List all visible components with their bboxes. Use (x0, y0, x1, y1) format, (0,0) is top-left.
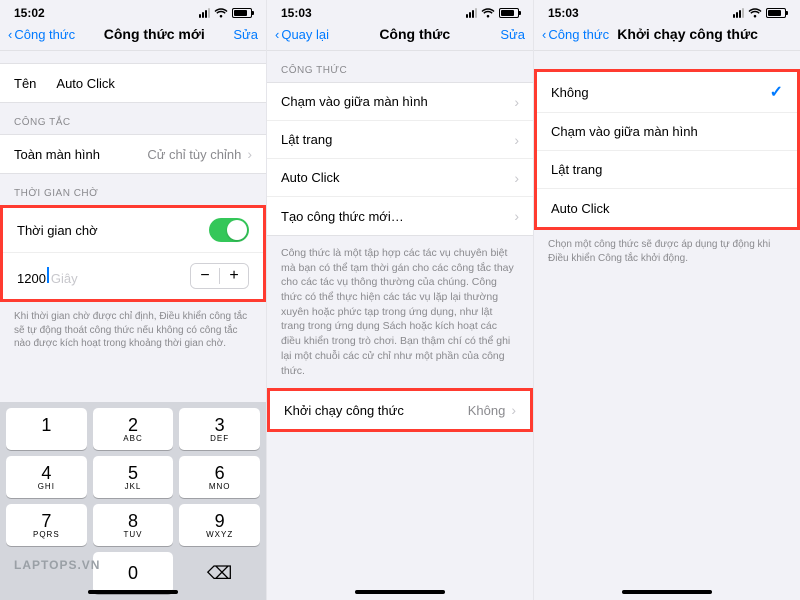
launch-options-highlight: Không✓ Chạm vào giữa màn hình Lật trang … (534, 69, 800, 230)
back-button[interactable]: ‹ Công thức (8, 27, 75, 42)
switch-value: Cử chỉ tùy chỉnh (139, 147, 241, 162)
navbar: ‹ Công thức Công thức mới Sửa (0, 22, 266, 51)
option-row[interactable]: Auto Click (537, 189, 797, 227)
wait-toggle[interactable] (209, 218, 249, 242)
recipes-description: Công thức là một tập hợp các tác vụ chuy… (267, 236, 533, 388)
recipe-row[interactable]: Auto Click› (267, 159, 533, 197)
chevron-icon: › (514, 170, 519, 186)
name-value: Auto Click (56, 76, 115, 91)
wait-label: Thời gian chờ (17, 223, 98, 238)
chevron-icon: › (511, 402, 516, 418)
chevron-icon: › (247, 146, 252, 162)
status-bar: 15:03 (534, 0, 800, 22)
wait-group-highlight: Thời gian chờ 1200 Giây − + (0, 205, 266, 302)
pane-new-recipe: 15:02 ‹ Công thức Công thức mới Sửa Tên … (0, 0, 267, 600)
status-icons (199, 8, 252, 18)
nav-title: Công thức mới (75, 26, 233, 42)
launch-label: Khởi chạy công thức (284, 403, 404, 418)
navbar: ‹ Công thức Khởi chạy công thức (534, 22, 800, 51)
switch-name: Toàn màn hình (14, 147, 100, 162)
status-icons (466, 8, 519, 18)
option-row[interactable]: Lật trang (537, 151, 797, 189)
stepper-plus[interactable]: + (220, 264, 248, 288)
battery-icon (499, 8, 519, 18)
battery-icon (766, 8, 786, 18)
pane-launch-recipe: 15:03 ‹ Công thức Khởi chạy công thức Kh… (534, 0, 800, 600)
launch-note: Chọn một công thức sẽ được áp dụng tự độ… (534, 230, 800, 265)
wait-note: Khi thời gian chờ được chỉ định, Điều kh… (0, 302, 266, 351)
navbar: ‹ Quay lại Công thức Sửa (267, 22, 533, 51)
key-2[interactable]: 2ABC (93, 408, 174, 450)
key-3[interactable]: 3DEF (179, 408, 260, 450)
launch-value: Không (460, 403, 506, 418)
status-time: 15:03 (281, 6, 312, 20)
option-row[interactable]: Không✓ (537, 72, 797, 113)
watermark: LAPTOPS.VN (14, 558, 100, 572)
key-8[interactable]: 8TUV (93, 504, 174, 546)
status-time: 15:02 (14, 6, 45, 20)
cellular-icon (466, 8, 477, 18)
launch-recipe-row[interactable]: Khởi chạy công thức Không › (270, 391, 530, 429)
launch-recipe-highlight: Khởi chạy công thức Không › (267, 388, 533, 432)
key-6[interactable]: 6MNO (179, 456, 260, 498)
recipe-row[interactable]: Chạm vào giữa màn hình› (267, 83, 533, 121)
battery-icon (232, 8, 252, 18)
pane-recipes: 15:03 ‹ Quay lại Công thức Sửa CÔNG THỨC… (267, 0, 534, 600)
key-0[interactable]: 0 (93, 552, 174, 594)
stepper-minus[interactable]: − (191, 264, 219, 288)
home-indicator[interactable] (355, 590, 445, 594)
chevron-icon: › (514, 132, 519, 148)
option-row[interactable]: Chạm vào giữa màn hình (537, 113, 797, 151)
edit-button[interactable]: Sửa (500, 27, 525, 42)
chevron-icon: › (514, 94, 519, 110)
create-recipe-row[interactable]: Tạo công thức mới…› (267, 197, 533, 235)
checkmark-icon: ✓ (770, 82, 783, 102)
wait-input[interactable]: 1200 Giây (17, 267, 78, 286)
back-button[interactable]: ‹ Quay lại (275, 27, 329, 42)
wait-value-row: 1200 Giây − + (3, 253, 263, 299)
status-icons (733, 8, 786, 18)
edit-button[interactable]: Sửa (233, 27, 258, 42)
key-9[interactable]: 9WXYZ (179, 504, 260, 546)
key-backspace[interactable]: ⌫ (179, 552, 260, 594)
wifi-icon (481, 8, 495, 18)
section-switch-label: CÔNG TẮC (0, 103, 266, 134)
section-wait-label: THỜI GIAN CHỜ (0, 174, 266, 205)
key-5[interactable]: 5JKL (93, 456, 174, 498)
key-4[interactable]: 4GHI (6, 456, 87, 498)
wifi-icon (748, 8, 762, 18)
back-button[interactable]: ‹ Công thức (542, 27, 609, 42)
chevron-icon: › (514, 208, 519, 224)
nav-title: Công thức (329, 26, 500, 42)
home-indicator[interactable] (622, 590, 712, 594)
switch-row[interactable]: Toàn màn hình Cử chỉ tùy chỉnh › (0, 135, 266, 173)
status-bar: 15:03 (267, 0, 533, 22)
cellular-icon (199, 8, 210, 18)
name-label: Tên (14, 76, 36, 91)
name-row[interactable]: Tên Auto Click (0, 64, 266, 102)
key-7[interactable]: 7PQRS (6, 504, 87, 546)
wait-toggle-row: Thời gian chờ (3, 208, 263, 253)
nav-title: Khởi chạy công thức (609, 26, 766, 42)
wifi-icon (214, 8, 228, 18)
cellular-icon (733, 8, 744, 18)
wait-stepper: − + (190, 263, 249, 289)
section-recipes-label: CÔNG THỨC (267, 51, 533, 82)
status-bar: 15:02 (0, 0, 266, 22)
home-indicator[interactable] (88, 590, 178, 594)
backspace-icon: ⌫ (207, 563, 232, 584)
recipe-row[interactable]: Lật trang› (267, 121, 533, 159)
key-1[interactable]: 1 (6, 408, 87, 450)
status-time: 15:03 (548, 6, 579, 20)
